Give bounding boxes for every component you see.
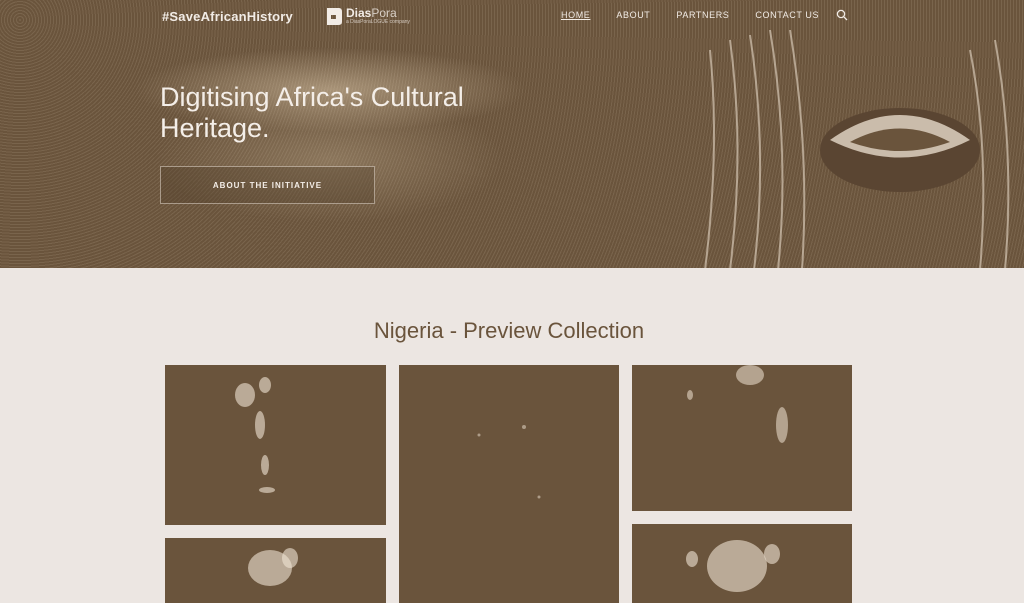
- artifact-image: [248, 548, 298, 586]
- collection-image-1[interactable]: [165, 365, 386, 525]
- artifact-image: [235, 377, 275, 493]
- about-initiative-button[interactable]: ABOUT THE INITIATIVE: [160, 166, 375, 204]
- brand-hashtag[interactable]: #SaveAfricanHistory: [162, 9, 293, 24]
- logo-mark-icon: [327, 8, 342, 25]
- nav-about[interactable]: ABOUT: [603, 10, 663, 20]
- collection-image-5[interactable]: [632, 524, 852, 603]
- hero-banner: #SaveAfricanHistory DiasPora a DiasPoraL…: [0, 0, 1024, 268]
- search-icon[interactable]: [836, 9, 848, 21]
- hero-mask-image: [704, 30, 1010, 268]
- logo-name: Dias: [346, 6, 372, 20]
- nav-contact-us[interactable]: CONTACT US: [742, 10, 832, 20]
- artifact-image: [477, 425, 541, 499]
- collection-image-2[interactable]: [399, 365, 619, 603]
- artifact-image: [687, 365, 788, 443]
- collection-image-4[interactable]: [165, 538, 386, 603]
- collection-title: Nigeria - Preview Collection: [373, 318, 645, 343]
- nav-home[interactable]: HOME: [548, 10, 603, 20]
- logo-name-suffix: Pora: [371, 6, 397, 20]
- main-nav: HOME ABOUT PARTNERS CONTACT US: [548, 9, 848, 21]
- logo-tagline: a DiasPoraLOGUE company: [346, 19, 410, 25]
- diaspora-logo[interactable]: DiasPora a DiasPoraLOGUE company: [325, 6, 410, 26]
- collection-image-3[interactable]: [632, 365, 852, 511]
- nav-partners[interactable]: PARTNERS: [663, 10, 742, 20]
- artifact-image: [686, 540, 780, 592]
- hero-title: Digitising Africa's Cultural Heritage.: [160, 82, 464, 143]
